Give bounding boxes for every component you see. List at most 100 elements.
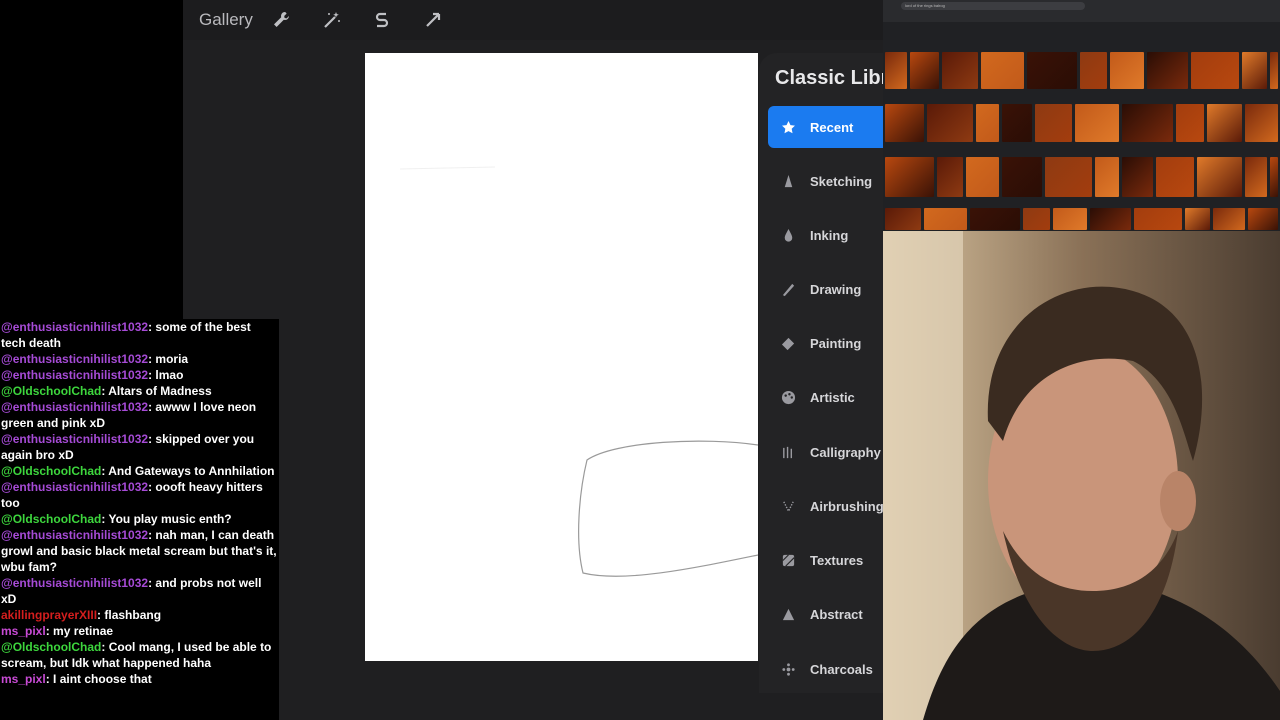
- chat-message: @OldschoolChad: Cool mang, I used be abl…: [0, 639, 279, 671]
- charcoal-icon: [780, 661, 796, 677]
- image-result-thumbnail[interactable]: [1242, 52, 1267, 89]
- brush-category-textures[interactable]: Textures: [768, 539, 883, 581]
- chat-username[interactable]: ms_pixl: [1, 672, 46, 686]
- brush-category-label: Sketching: [810, 173, 873, 189]
- image-result-thumbnail[interactable]: [910, 52, 939, 89]
- image-result-thumbnail[interactable]: [1053, 208, 1087, 230]
- chat-username[interactable]: @enthusiasticnihilist1032: [1, 432, 148, 446]
- chat-username[interactable]: @enthusiasticnihilist1032: [1, 368, 148, 382]
- brush-category-painting[interactable]: Painting: [768, 322, 883, 364]
- brush-category-artistic[interactable]: Artistic: [768, 376, 883, 418]
- calligraphy-icon: [780, 444, 796, 460]
- image-result-thumbnail[interactable]: [1176, 104, 1204, 142]
- gallery-button[interactable]: Gallery: [199, 10, 253, 30]
- pencil-tip-icon: [780, 173, 796, 189]
- sketch-stroke: [399, 166, 758, 577]
- image-result-thumbnail[interactable]: [970, 208, 1020, 230]
- brush-category-calligraphy[interactable]: Calligraphy: [768, 431, 883, 473]
- brush-category-inking[interactable]: Inking: [768, 214, 883, 256]
- image-result-thumbnail[interactable]: [1134, 208, 1182, 230]
- streamer-webcam-image: [883, 231, 1280, 720]
- drawing-stroke-icon: [780, 281, 796, 297]
- image-result-thumbnail[interactable]: [976, 104, 999, 142]
- chat-message: @enthusiasticnihilist1032: lmao: [0, 367, 279, 383]
- chat-username[interactable]: @OldschoolChad: [1, 640, 101, 654]
- airbrush-icon: [780, 498, 796, 514]
- image-result-thumbnail[interactable]: [1213, 208, 1245, 230]
- chat-message: @enthusiasticnihilist1032: some of the b…: [0, 319, 279, 351]
- chat-username[interactable]: @OldschoolChad: [1, 384, 101, 398]
- chat-username[interactable]: @enthusiasticnihilist1032: [1, 352, 148, 366]
- image-result-thumbnail[interactable]: [1270, 52, 1278, 89]
- chat-message: @OldschoolChad: And Gateways to Annhilat…: [0, 463, 279, 479]
- image-result-thumbnail[interactable]: [942, 52, 978, 89]
- chat-username[interactable]: @enthusiasticnihilist1032: [1, 576, 148, 590]
- chat-username[interactable]: @OldschoolChad: [1, 512, 101, 526]
- chat-username[interactable]: akillingprayerXIII: [1, 608, 97, 622]
- brush-category-recent[interactable]: Recent: [768, 106, 883, 148]
- image-result-thumbnail[interactable]: [1270, 157, 1278, 197]
- image-result-thumbnail[interactable]: [885, 104, 924, 142]
- chat-text: : You play music enth?: [101, 512, 232, 526]
- image-result-thumbnail[interactable]: [1185, 208, 1210, 230]
- image-result-thumbnail[interactable]: [1197, 157, 1242, 197]
- image-result-thumbnail[interactable]: [1023, 208, 1050, 230]
- drawing-canvas[interactable]: [365, 53, 758, 661]
- brush-category-sketching[interactable]: Sketching: [768, 160, 883, 202]
- brush-category-abstract[interactable]: Abstract: [768, 593, 883, 635]
- brush-category-label: Airbrushing: [810, 498, 883, 514]
- ink-drop-icon: [780, 227, 796, 243]
- image-result-thumbnail[interactable]: [1248, 208, 1278, 230]
- image-result-thumbnail[interactable]: [1027, 52, 1077, 89]
- chat-username[interactable]: @enthusiasticnihilist1032: [1, 400, 148, 414]
- image-result-thumbnail[interactable]: [1122, 104, 1173, 142]
- image-result-thumbnail[interactable]: [1191, 52, 1239, 89]
- image-result-thumbnail[interactable]: [1110, 52, 1144, 89]
- image-result-thumbnail[interactable]: [1002, 104, 1032, 142]
- image-result-thumbnail[interactable]: [885, 157, 934, 197]
- chat-username[interactable]: @enthusiasticnihilist1032: [1, 528, 148, 542]
- image-result-thumbnail[interactable]: [1080, 52, 1107, 89]
- magic-wand-icon[interactable]: [320, 8, 344, 32]
- chat-message: @OldschoolChad: You play music enth?: [0, 511, 279, 527]
- search-input[interactable]: lord of the rings balrog: [901, 2, 1085, 10]
- image-result-thumbnail[interactable]: [927, 104, 973, 142]
- arrow-cursor-icon[interactable]: [421, 8, 445, 32]
- image-result-thumbnail[interactable]: [1122, 157, 1153, 197]
- triangle-icon: [780, 606, 796, 622]
- brush-library-panel: Classic Libr Recent Sketching Inking Dra…: [759, 53, 883, 693]
- image-result-thumbnail[interactable]: [1035, 104, 1072, 142]
- image-result-thumbnail[interactable]: [937, 157, 963, 197]
- image-result-thumbnail[interactable]: [924, 208, 967, 230]
- image-result-thumbnail[interactable]: [1045, 157, 1092, 197]
- brush-category-label: Recent: [810, 119, 854, 135]
- wrench-icon[interactable]: [269, 8, 293, 32]
- image-result-thumbnail[interactable]: [1245, 104, 1278, 142]
- selection-s-icon[interactable]: [370, 8, 394, 32]
- image-result-thumbnail[interactable]: [1075, 104, 1119, 142]
- image-result-thumbnail[interactable]: [1245, 157, 1267, 197]
- brush-category-airbrushing[interactable]: Airbrushing: [768, 485, 883, 527]
- chat-message: @enthusiasticnihilist1032: skipped over …: [0, 431, 279, 463]
- chat-message: @enthusiasticnihilist1032: moria: [0, 351, 279, 367]
- image-result-thumbnail[interactable]: [885, 52, 907, 89]
- image-result-thumbnail[interactable]: [1207, 104, 1242, 142]
- chat-message: @enthusiasticnihilist1032: and probs not…: [0, 575, 279, 607]
- brush-category-charcoals[interactable]: Charcoals: [768, 648, 883, 690]
- image-result-thumbnail[interactable]: [1090, 208, 1131, 230]
- brush-category-label: Textures: [810, 552, 864, 568]
- image-result-thumbnail[interactable]: [1095, 157, 1119, 197]
- brush-category-drawing[interactable]: Drawing: [768, 268, 883, 310]
- image-result-thumbnail[interactable]: [1156, 157, 1194, 197]
- chat-username[interactable]: ms_pixl: [1, 624, 46, 638]
- image-result-thumbnail[interactable]: [1147, 52, 1188, 89]
- image-result-thumbnail[interactable]: [1002, 157, 1042, 197]
- image-result-thumbnail[interactable]: [966, 157, 999, 197]
- chat-text: : Altars of Madness: [101, 384, 212, 398]
- procreate-app: Gallery Classic Libr Recent Sketching In…: [183, 0, 883, 720]
- chat-username[interactable]: @OldschoolChad: [1, 464, 101, 478]
- chat-username[interactable]: @enthusiasticnihilist1032: [1, 480, 148, 494]
- image-result-thumbnail[interactable]: [885, 208, 921, 230]
- image-result-thumbnail[interactable]: [981, 52, 1024, 89]
- chat-username[interactable]: @enthusiasticnihilist1032: [1, 320, 148, 334]
